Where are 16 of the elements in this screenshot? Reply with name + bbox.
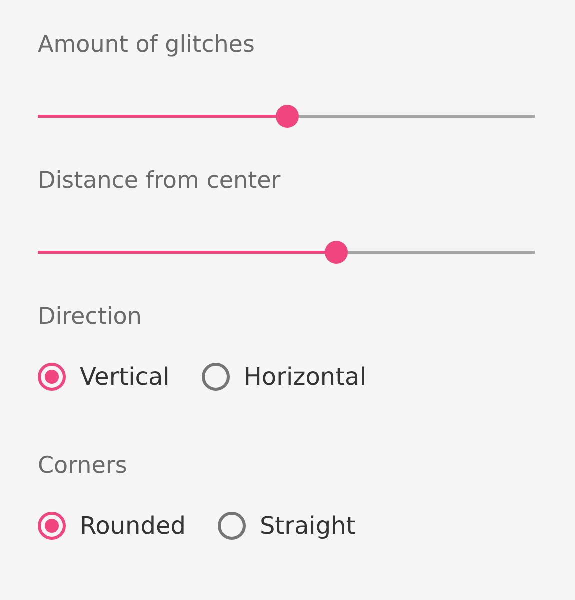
slider-thumb[interactable] [276,104,298,128]
slider-label: Distance from center [38,167,282,196]
radio-button[interactable] [202,363,230,391]
radio-button[interactable] [38,363,66,391]
radio-button[interactable] [218,512,246,540]
radio-label[interactable]: Vertical [80,361,170,393]
slider[interactable] [38,240,535,264]
group-label: Corners [38,452,128,481]
slider[interactable] [38,104,535,128]
slider-label: Amount of glitches [38,31,256,60]
slider-thumb[interactable] [325,240,348,264]
group-label: Direction [38,303,143,332]
radio-label[interactable]: Horizontal [244,361,366,393]
radio-label[interactable]: Rounded [80,510,186,542]
radio-button[interactable] [38,512,66,540]
radio-label[interactable]: Straight [260,510,356,542]
